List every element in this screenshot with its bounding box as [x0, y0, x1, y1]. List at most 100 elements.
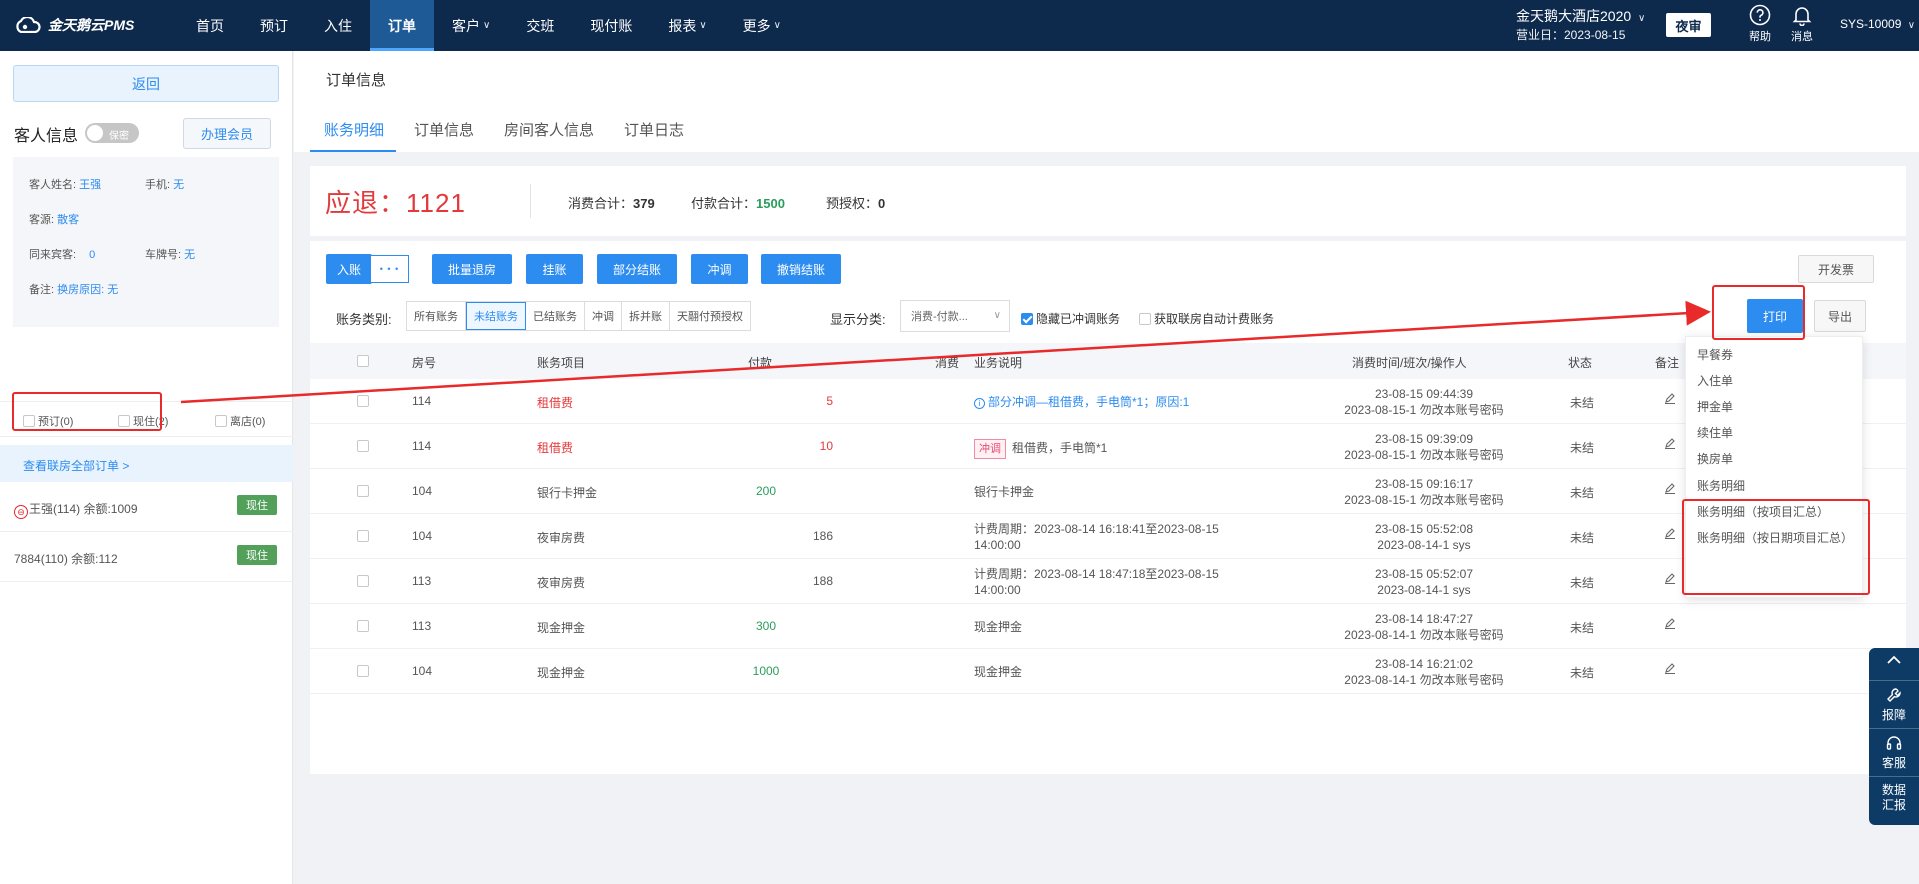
table-row[interactable]: 113 夜审房费 188 计费周期：2023-08-14 18:47:18至2023-…: [310, 559, 1906, 604]
hide-adjusted-checkbox[interactable]: 隐藏已冲调账务: [1021, 310, 1120, 327]
checkbox[interactable]: [1139, 312, 1151, 325]
tab-order-info[interactable]: 订单信息: [400, 119, 490, 152]
night-audit-button[interactable]: 夜审: [1666, 13, 1711, 37]
remark-edit[interactable]: [1664, 482, 1676, 497]
edit-icon[interactable]: [1664, 392, 1676, 404]
print-menu-item[interactable]: 账务明细（按项目汇总）: [1686, 498, 1864, 524]
more-actions-button[interactable]: • • •: [370, 255, 409, 283]
category-option[interactable]: 未结账务: [466, 302, 526, 330]
companions-value[interactable]: 0: [89, 249, 95, 261]
tab-order-log[interactable]: 订单日志: [610, 119, 700, 152]
filter-checked-out[interactable]: 离店(0): [215, 413, 265, 429]
print-menu-item[interactable]: 早餐券: [1686, 341, 1864, 367]
edit-icon[interactable]: [1664, 437, 1676, 449]
category-option[interactable]: 所有账务: [407, 302, 466, 330]
remark-value[interactable]: 换房原因: 无: [57, 284, 118, 296]
print-button[interactable]: 打印: [1747, 299, 1803, 333]
view-all-linked-orders[interactable]: 查看联房全部订单 >: [0, 445, 293, 482]
checkbox[interactable]: [118, 415, 130, 427]
table-row[interactable]: 113 现金押金 300 现金押金 23-08-14 18:47:27 2023-08-1…: [310, 604, 1906, 649]
hotel-info[interactable]: 金天鹅大酒店2020 ∨ 营业日：2023-08-15: [1516, 8, 1645, 43]
user-menu[interactable]: SYS-10009 ∨: [1840, 17, 1915, 31]
back-button[interactable]: 返回: [13, 65, 279, 102]
auto-charge-checkbox[interactable]: 获取联房自动计费账务: [1139, 310, 1274, 327]
row-checkbox[interactable]: [357, 395, 369, 407]
filter-reserved[interactable]: 预订(0): [23, 413, 73, 429]
checkbox[interactable]: [215, 415, 227, 427]
data-report-button[interactable]: 数据 汇报: [1869, 776, 1919, 813]
adjust-button[interactable]: 冲调: [691, 254, 748, 284]
register-member-button[interactable]: 办理会员: [183, 118, 271, 149]
hang-account-button[interactable]: 挂账: [526, 254, 583, 284]
table-row[interactable]: 104 银行卡押金 200 银行卡押金 23-08-15 09:16:17 2023-08…: [310, 469, 1906, 514]
customer-service-button[interactable]: 客服: [1869, 728, 1919, 771]
edit-icon[interactable]: [1664, 482, 1676, 494]
table-row[interactable]: 114 租借费 5 i 部分冲调—租借费，手电筒*1；原因:1 23-08-15 09:4…: [310, 379, 1906, 424]
row-checkbox[interactable]: [357, 575, 369, 587]
row-checkbox[interactable]: [357, 485, 369, 497]
category-option[interactable]: 拆并账: [622, 302, 670, 330]
edit-icon[interactable]: [1664, 527, 1676, 539]
table-row[interactable]: 104 夜审房费 186 计费周期：2023-08-14 16:18:41至2023-…: [310, 514, 1906, 559]
export-button[interactable]: 导出: [1814, 300, 1866, 332]
phone-value[interactable]: 无: [173, 179, 184, 191]
remark-edit[interactable]: [1664, 572, 1676, 587]
row-checkbox[interactable]: [357, 530, 369, 542]
invoice-button[interactable]: 开发票: [1798, 255, 1874, 283]
print-menu-item[interactable]: 换房单: [1686, 446, 1864, 472]
linked-room-item[interactable]: 7884(110) 余额:112 现住: [0, 532, 293, 582]
filter-in-house[interactable]: 现住(2): [118, 413, 168, 429]
row-checkbox[interactable]: [357, 665, 369, 677]
tab-account-details[interactable]: 账务明细: [310, 119, 400, 152]
table-row[interactable]: 104 现金押金 1000 现金押金 23-08-14 16:21:02 2023-08-…: [310, 649, 1906, 694]
nav-item[interactable]: 首页: [178, 0, 242, 51]
nav-item[interactable]: 预订: [242, 0, 306, 51]
category-option[interactable]: 天翮付预授权: [670, 302, 750, 330]
batch-checkout-button[interactable]: 批量退房: [432, 254, 512, 284]
edit-icon[interactable]: [1664, 617, 1676, 629]
linked-room-item[interactable]: ⊖ 王强(114) 余额:1009 现住: [0, 482, 293, 532]
nav-item[interactable]: 交班: [508, 0, 572, 51]
row-checkbox[interactable]: [357, 620, 369, 632]
print-menu-item[interactable]: 账务明细: [1686, 472, 1864, 498]
category-option[interactable]: 冲调: [585, 302, 622, 330]
remark-edit[interactable]: [1664, 617, 1676, 632]
report-issue-button[interactable]: 报障: [1869, 680, 1919, 723]
display-category-select[interactable]: 消费-付款... ∨: [900, 300, 1010, 332]
remark-edit[interactable]: [1664, 392, 1676, 407]
nav-item[interactable]: 更多 ∨: [725, 0, 799, 51]
partial-settle-button[interactable]: 部分结账: [597, 254, 677, 284]
tab-room-guest-info[interactable]: 房间客人信息: [490, 119, 610, 152]
source-value[interactable]: 散客: [57, 214, 79, 226]
remark-edit[interactable]: [1664, 527, 1676, 542]
select-all-checkbox[interactable]: [357, 355, 369, 367]
nav-item[interactable]: 入住: [306, 0, 370, 51]
row-checkbox[interactable]: [357, 440, 369, 452]
print-menu-item[interactable]: 账务明细（按日期项目汇总）: [1686, 524, 1864, 550]
remark-edit[interactable]: [1664, 437, 1676, 452]
table-row[interactable]: 114 租借费 10 冲调 租借费，手电筒*1 23-08-15 09:39:09 2023…: [310, 424, 1906, 469]
nav-item[interactable]: 客户 ∨: [434, 0, 508, 51]
checkbox-checked[interactable]: [1021, 312, 1033, 325]
remark-edit[interactable]: [1664, 662, 1676, 677]
help-button[interactable]: 帮助: [1743, 4, 1777, 44]
print-menu-item[interactable]: 续住单: [1686, 420, 1864, 446]
edit-icon[interactable]: [1664, 572, 1676, 584]
scroll-top-button[interactable]: [1869, 654, 1919, 668]
privacy-toggle[interactable]: 保密: [85, 123, 139, 143]
guest-name-value[interactable]: 王强: [79, 179, 101, 191]
category-option[interactable]: 已结账务: [526, 302, 585, 330]
cancel-settle-button[interactable]: 撤销结账: [761, 254, 841, 284]
plate-value[interactable]: 无: [184, 249, 195, 261]
print-menu-item[interactable]: 入住单: [1686, 367, 1864, 393]
print-menu-item[interactable]: 押金单: [1686, 393, 1864, 419]
checkbox[interactable]: [23, 415, 35, 427]
nav-item[interactable]: 订单: [370, 0, 434, 51]
post-charge-button[interactable]: 入账: [326, 254, 372, 284]
nav-item[interactable]: 现付账: [572, 0, 650, 51]
view-all-linked-orders-link[interactable]: 查看联房全部订单 >: [23, 457, 129, 474]
nav-item[interactable]: 报表 ∨: [650, 0, 724, 51]
messages-button[interactable]: 消息: [1785, 4, 1819, 44]
app-logo[interactable]: 金天鹅云PMS: [14, 14, 134, 36]
edit-icon[interactable]: [1664, 662, 1676, 674]
